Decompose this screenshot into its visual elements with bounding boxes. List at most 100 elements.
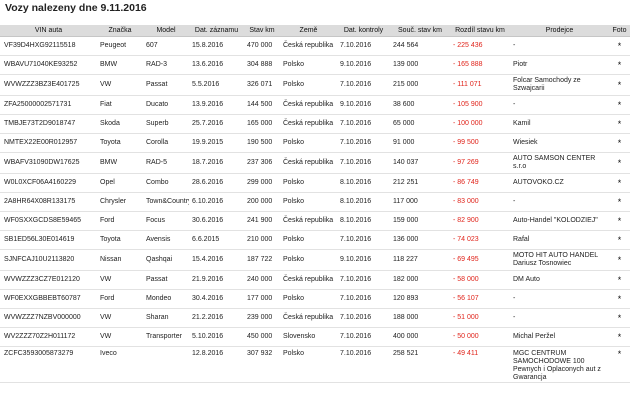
photo-cell: * xyxy=(609,36,630,56)
seller-cell: Piotr xyxy=(510,55,609,75)
table-row[interactable]: WBAFV31090DW17625 BMW RAD-5 18.7.2016 237 30… xyxy=(0,152,630,174)
km-cell: 326 071 xyxy=(244,74,280,96)
country-cell: Polsko xyxy=(280,289,337,309)
km-difference-cell: - 99 500 xyxy=(450,133,510,153)
check-date-cell: 9.10.2016 xyxy=(337,95,390,115)
km-cell: 200 000 xyxy=(244,192,280,212)
km-cell: 450 000 xyxy=(244,327,280,347)
check-date-cell: 8.10.2016 xyxy=(337,173,390,193)
km-cell: 239 000 xyxy=(244,308,280,328)
photo-cell: * xyxy=(609,133,630,153)
record-date-cell: 15.8.2016 xyxy=(189,36,244,56)
model-cell: Superb xyxy=(143,114,189,134)
record-date-cell: 30.4.2016 xyxy=(189,289,244,309)
photo-cell: * xyxy=(609,249,630,271)
col-header-current-km[interactable]: Souč. stav km xyxy=(390,25,450,37)
camera-icon[interactable]: * xyxy=(618,275,622,284)
km-difference-cell: - 49 411 xyxy=(450,346,510,383)
col-header-check-date[interactable]: Dat. kontroly xyxy=(337,25,390,37)
model-cell: Corolla xyxy=(143,133,189,153)
table-row[interactable]: WV2ZZZ70Z2H011172 VW Transporter 5.10.2016 4… xyxy=(0,327,630,347)
col-header-km[interactable]: Stav km xyxy=(244,25,280,37)
camera-icon[interactable]: * xyxy=(618,235,622,244)
check-date-cell: 7.10.2016 xyxy=(337,133,390,153)
km-difference-cell: - 50 000 xyxy=(450,327,510,347)
model-cell: Avensis xyxy=(143,230,189,250)
table-row[interactable]: WVWZZZ7NZBV000000 VW Sharan 21.2.2016 239 00… xyxy=(0,308,630,328)
col-header-model[interactable]: Model xyxy=(143,25,189,37)
current-km-cell: 258 521 xyxy=(390,346,450,383)
photo-cell: * xyxy=(609,95,630,115)
camera-icon[interactable]: * xyxy=(618,80,622,89)
table-row[interactable]: NMTEX22E00R012957 Toyota Corolla 19.9.2015 1… xyxy=(0,133,630,153)
col-header-seller[interactable]: Prodejce xyxy=(510,25,609,37)
table-row[interactable]: TMBJE73T2D9018747 Skoda Superb 25.7.2016 165… xyxy=(0,114,630,134)
country-cell: Polsko xyxy=(280,74,337,96)
table-row[interactable]: ZFA25000002571731 Fiat Ducato 13.9.2016 144 … xyxy=(0,95,630,115)
table-row[interactable]: WF0EXXGBBEBT60787 Ford Mondeo 30.4.2016 177 … xyxy=(0,289,630,309)
km-cell: 307 932 xyxy=(244,346,280,383)
brand-cell: Ford xyxy=(97,289,143,309)
vin-cell: SB1ED56L30E014619 xyxy=(0,230,97,250)
table-row[interactable]: SJNFCAJ10U2113820 Nissan Qashqai 15.4.2016 1… xyxy=(0,249,630,271)
table-row[interactable]: WF0SXXGCDS8E59465 Ford Focus 30.6.2016 241 9… xyxy=(0,211,630,231)
table-row[interactable]: 2A8HR64X08R133175 Chrysler Town&Country 6.1… xyxy=(0,192,630,212)
record-date-cell: 21.9.2016 xyxy=(189,270,244,290)
camera-icon[interactable]: * xyxy=(618,216,622,225)
brand-cell: VW xyxy=(97,327,143,347)
model-cell: Mondeo xyxy=(143,289,189,309)
camera-icon[interactable]: * xyxy=(618,158,622,167)
check-date-cell: 7.10.2016 xyxy=(337,230,390,250)
table-row[interactable]: W0L0XCF06A4160229 Opel Combo 28.6.2016 299 0… xyxy=(0,173,630,193)
camera-icon[interactable]: * xyxy=(618,41,622,50)
table-row[interactable]: WBAVU71040KE93252 BMW RAD-3 13.6.2016 304 88… xyxy=(0,55,630,75)
seller-cell: MOTO HIT AUTO HANDEL Dariusz Tosnowiec xyxy=(510,249,609,271)
brand-cell: BMW xyxy=(97,152,143,174)
camera-icon[interactable]: * xyxy=(618,313,622,322)
table-row[interactable]: VF39D4HXG92115518 Peugeot 607 15.8.2016 470 … xyxy=(0,36,630,56)
col-header-record-date[interactable]: Dat. záznamu xyxy=(189,25,244,37)
col-header-brand[interactable]: Značka xyxy=(97,25,143,37)
photo-cell: * xyxy=(609,289,630,309)
vin-cell: ZCFC3593005873279 xyxy=(0,346,97,383)
col-header-vin[interactable]: VIN auta xyxy=(0,25,97,37)
table-row[interactable]: ZCFC3593005873279 Iveco 12.8.2016 307 932 Po… xyxy=(0,346,630,383)
camera-icon[interactable]: * xyxy=(618,197,622,206)
vin-cell: TMBJE73T2D9018747 xyxy=(0,114,97,134)
record-date-cell: 15.4.2016 xyxy=(189,249,244,271)
table-row[interactable]: WVWZZZ3CZ7E012120 VW Passat 21.9.2016 240 00… xyxy=(0,270,630,290)
camera-icon[interactable]: * xyxy=(618,294,622,303)
table-row[interactable]: SB1ED56L30E014619 Toyota Avensis 6.6.2015 21… xyxy=(0,230,630,250)
km-difference-cell: - 58 000 xyxy=(450,270,510,290)
camera-icon[interactable]: * xyxy=(618,119,622,128)
model-cell: Town&Country xyxy=(143,192,189,212)
model-cell: Sharan xyxy=(143,308,189,328)
seller-cell: - xyxy=(510,289,609,309)
model-cell: Passat xyxy=(143,270,189,290)
km-cell: 177 000 xyxy=(244,289,280,309)
camera-icon[interactable]: * xyxy=(618,350,622,359)
km-difference-cell: - 225 436 xyxy=(450,36,510,56)
col-header-km-difference[interactable]: Rozdíl stavu km xyxy=(450,25,510,37)
current-km-cell: 159 000 xyxy=(390,211,450,231)
km-difference-cell: - 105 900 xyxy=(450,95,510,115)
col-header-photo[interactable]: Foto xyxy=(609,25,630,37)
col-header-country[interactable]: Země xyxy=(280,25,337,37)
camera-icon[interactable]: * xyxy=(618,255,622,264)
camera-icon[interactable]: * xyxy=(618,332,622,341)
check-date-cell: 7.10.2016 xyxy=(337,74,390,96)
current-km-cell: 215 000 xyxy=(390,74,450,96)
camera-icon[interactable]: * xyxy=(618,138,622,147)
camera-icon[interactable]: * xyxy=(618,178,622,187)
table-row[interactable]: WVWZZZ3BZ3E401725 VW Passat 5.5.2016 326 071… xyxy=(0,74,630,96)
brand-cell: Chrysler xyxy=(97,192,143,212)
photo-cell: * xyxy=(609,308,630,328)
brand-cell: VW xyxy=(97,74,143,96)
current-km-cell: 136 000 xyxy=(390,230,450,250)
brand-cell: Toyota xyxy=(97,230,143,250)
record-date-cell: 5.5.2016 xyxy=(189,74,244,96)
camera-icon[interactable]: * xyxy=(618,100,622,109)
country-cell: Česká republika xyxy=(280,114,337,134)
record-date-cell: 25.7.2016 xyxy=(189,114,244,134)
camera-icon[interactable]: * xyxy=(618,60,622,69)
